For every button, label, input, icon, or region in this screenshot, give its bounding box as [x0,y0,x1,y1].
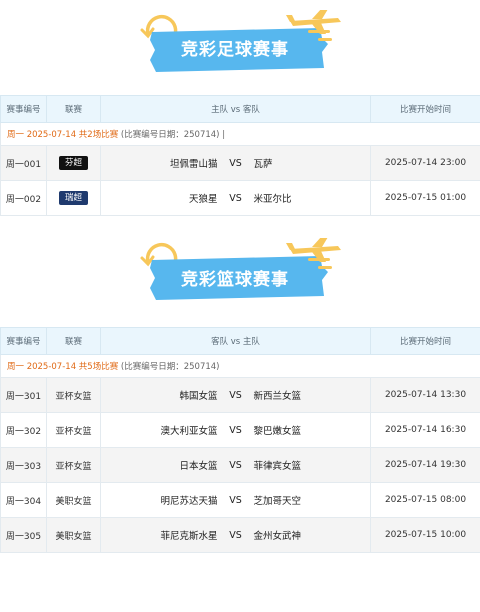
match-code: 周一301 [0,377,47,413]
date-summary: 周一 2025-07-14 共5场比赛 [7,362,119,372]
table-row[interactable]: 周一001 芬超 坦佩雷山猫 VS 瓦萨 2025-07-14 23:00 [0,145,480,181]
home-team[interactable]: 坦佩雷山猫 [118,156,218,170]
basketball-table: 赛事编号 联赛 客队 vs 主队 比赛开始时间 周一 2025-07-14 共5… [0,327,480,553]
date-row: 周一 2025-07-14 共5场比赛 (比赛编号日期：250714) [0,354,480,378]
teams-cell: 天狼星 VS 米亚尔比 [100,180,371,216]
date-summary: 周一 2025-07-14 共2场比赛 [7,130,119,140]
home-team[interactable]: 明尼苏达天猫 [118,493,217,507]
vs-label: VS [229,424,242,436]
vs-label: VS [229,529,242,541]
start-time: 2025-07-14 16:30 [370,412,480,448]
vs-label: VS [229,494,242,506]
teams-cell: 日本女篮 VS 菲律宾女篮 [100,447,371,483]
football-table: 赛事编号 联赛 主队 vs 客队 比赛开始时间 周一 2025-07-14 共2… [0,95,480,216]
col-header-code: 赛事编号 [0,327,47,355]
col-header-league: 联赛 [46,95,101,123]
league-name[interactable]: 亚杯女篮 [46,377,101,413]
vs-label: VS [229,192,242,204]
league-cell: 瑞超 [46,180,101,216]
away-team[interactable]: 芝加哥天空 [254,493,354,507]
league-name[interactable]: 美职女篮 [46,482,101,518]
col-header-code: 赛事编号 [0,95,47,123]
league-name[interactable]: 亚杯女篮 [46,447,101,483]
col-header-time: 比赛开始时间 [370,327,480,355]
league-badge[interactable]: 瑞超 [58,191,88,205]
away-team[interactable]: 金州女武神 [254,528,354,542]
vs-label: VS [229,459,242,471]
league-name[interactable]: 美职女篮 [46,517,101,553]
vs-label: VS [229,157,242,169]
match-code: 周一001 [0,145,47,181]
away-team[interactable]: 米亚尔比 [254,191,354,205]
start-time: 2025-07-15 10:00 [370,517,480,553]
date-sep: | [222,130,226,140]
col-header-teams: 主队 vs 客队 [100,95,371,123]
teams-cell: 韩国女篮 VS 新西兰女篮 [100,377,371,413]
col-header-teams: 客队 vs 主队 [100,327,371,355]
table-row[interactable]: 周一002 瑞超 天狼星 VS 米亚尔比 2025-07-15 01:00 [0,180,480,216]
date-row: 周一 2025-07-14 共2场比赛 (比赛编号日期：250714) | [0,122,480,146]
match-code: 周一302 [0,412,47,448]
home-team[interactable]: 日本女篮 [118,458,217,472]
home-team[interactable]: 澳大利亚女篮 [118,423,217,437]
date-extra: (比赛编号日期：250714) [120,130,220,140]
home-team[interactable]: 天狼星 [118,191,218,205]
home-team[interactable]: 菲尼克斯水星 [118,528,217,542]
table-row[interactable]: 周一305 美职女篮 菲尼克斯水星 VS 金州女武神 2025-07-15 10… [0,517,480,553]
league-badge[interactable]: 芬超 [58,156,88,170]
teams-cell: 明尼苏达天猫 VS 芝加哥天空 [100,482,371,518]
league-name[interactable]: 亚杯女篮 [46,412,101,448]
basketball-title: 竞彩篮球赛事 [181,270,289,290]
match-code: 周一305 [0,517,47,553]
table-header-row: 赛事编号 联赛 客队 vs 主队 比赛开始时间 [0,327,480,355]
match-code: 周一002 [0,180,47,216]
league-cell: 芬超 [46,145,101,181]
home-team[interactable]: 韩国女篮 [118,388,217,402]
start-time: 2025-07-14 13:30 [370,377,480,413]
teams-cell: 菲尼克斯水星 VS 金州女武神 [100,517,371,553]
away-team[interactable]: 瓦萨 [254,156,354,170]
away-team[interactable]: 黎巴嫩女篮 [254,423,354,437]
teams-cell: 坦佩雷山猫 VS 瓦萨 [100,145,371,181]
start-time: 2025-07-15 01:00 [370,180,480,216]
football-banner: 竞彩足球赛事 [0,10,480,80]
table-header-row: 赛事编号 联赛 主队 vs 客队 比赛开始时间 [0,95,480,123]
table-row[interactable]: 周一302 亚杯女篮 澳大利亚女篮 VS 黎巴嫩女篮 2025-07-14 16… [0,412,480,448]
table-row[interactable]: 周一301 亚杯女篮 韩国女篮 VS 新西兰女篮 2025-07-14 13:3… [0,377,480,413]
match-code: 周一303 [0,447,47,483]
away-team[interactable]: 新西兰女篮 [254,388,354,402]
teams-cell: 澳大利亚女篮 VS 黎巴嫩女篮 [100,412,371,448]
vs-label: VS [229,389,242,401]
basketball-banner: 竞彩篮球赛事 [0,238,480,308]
col-header-league: 联赛 [46,327,101,355]
col-header-time: 比赛开始时间 [370,95,480,123]
start-time: 2025-07-14 23:00 [370,145,480,181]
table-row[interactable]: 周一304 美职女篮 明尼苏达天猫 VS 芝加哥天空 2025-07-15 08… [0,482,480,518]
start-time: 2025-07-15 08:00 [370,482,480,518]
away-team[interactable]: 菲律宾女篮 [254,458,354,472]
start-time: 2025-07-14 19:30 [370,447,480,483]
match-code: 周一304 [0,482,47,518]
football-title: 竞彩足球赛事 [181,40,289,60]
table-row[interactable]: 周一303 亚杯女篮 日本女篮 VS 菲律宾女篮 2025-07-14 19:3… [0,447,480,483]
date-extra: (比赛编号日期：250714) [120,362,220,372]
